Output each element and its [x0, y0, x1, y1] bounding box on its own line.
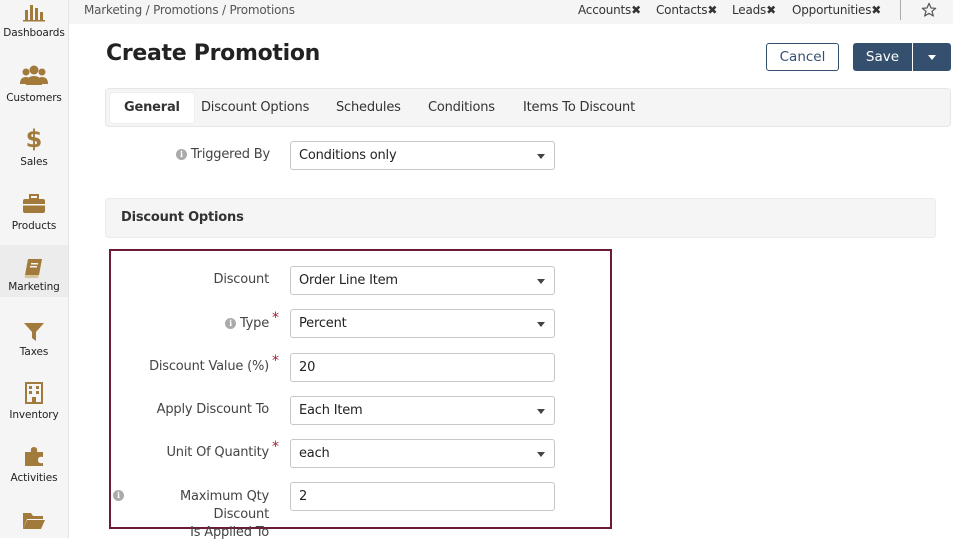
unit-of-quantity-select[interactable]: each	[290, 439, 555, 468]
tab-bar: General Discount Options Schedules Condi…	[105, 88, 951, 127]
apply-discount-to-value: Each Item	[299, 403, 363, 418]
triggered-by-select[interactable]: Conditions only	[290, 141, 555, 170]
max-qty-input[interactable]: 2	[290, 482, 555, 511]
caret-down-icon	[537, 322, 545, 327]
required-marker: *	[272, 353, 279, 369]
tab-schedules[interactable]: Schedules	[322, 93, 415, 123]
bar-chart-icon	[0, 0, 68, 22]
recent-tab-leads[interactable]: Leads ✖	[732, 3, 776, 17]
sidebar-item-customers[interactable]: Customers	[0, 62, 68, 104]
sidebar-item-label: Customers	[6, 92, 62, 104]
funnel-icon	[0, 318, 68, 342]
dollar-icon: $	[25, 125, 43, 153]
briefcase-icon	[0, 190, 68, 214]
unit-of-quantity-label: Unit Of Quantity	[166, 445, 269, 460]
sidebar-item-inventory[interactable]: Inventory	[0, 380, 68, 421]
sidebar-item-label: Activities	[10, 472, 58, 484]
info-icon[interactable]: i	[225, 318, 236, 329]
close-icon[interactable]: ✖	[871, 3, 881, 17]
star-icon[interactable]	[921, 2, 937, 22]
type-label-row: i Type	[150, 316, 269, 331]
type-label: Type	[239, 316, 269, 331]
triggered-by-label-row: i Triggered By	[150, 147, 270, 162]
discount-options-section-header: Discount Options	[105, 198, 936, 238]
info-icon[interactable]: i	[175, 149, 187, 160]
sidebar-item-label: Taxes	[19, 346, 49, 358]
sidebar-item-marketing[interactable]: Marketing	[0, 245, 68, 297]
apply-discount-to-select[interactable]: Each Item	[290, 396, 555, 425]
recent-tab-label: Contacts	[656, 3, 708, 17]
recent-tab-label: Opportunities	[792, 3, 872, 17]
type-select[interactable]: Percent	[290, 309, 555, 338]
caret-down-icon	[537, 279, 545, 284]
recent-tab-opportunities[interactable]: Opportunities ✖	[792, 3, 881, 17]
close-icon[interactable]: ✖	[707, 3, 717, 17]
apply-discount-to-label: Apply Discount To	[156, 402, 270, 417]
discount-value-label: Discount Value (%)	[149, 359, 269, 374]
sidebar-item-label: Marketing	[8, 281, 60, 293]
triggered-by-value: Conditions only	[299, 148, 397, 163]
sidebar-item-documents[interactable]	[0, 508, 68, 538]
discount-select[interactable]: Order Line Item	[290, 266, 555, 295]
recent-tab-label: Leads	[732, 3, 767, 17]
tab-items-to-discount[interactable]: Items To Discount	[509, 93, 649, 123]
caret-down-icon	[537, 409, 545, 414]
sidebar-item-label: Products	[11, 220, 57, 232]
sidebar-item-label: Dashboards	[3, 27, 65, 39]
cancel-button[interactable]: Cancel	[766, 43, 839, 71]
close-icon[interactable]: ✖	[766, 3, 776, 17]
sidebar-item-sales[interactable]: $ Sales	[0, 126, 68, 168]
save-options-button[interactable]	[913, 43, 951, 71]
max-qty-label-line2: Is Applied To	[190, 525, 269, 540]
recent-tab-accounts[interactable]: Accounts ✖	[578, 3, 641, 17]
topbar-divider	[900, 0, 901, 20]
users-icon	[0, 62, 68, 86]
recent-tab-contacts[interactable]: Contacts ✖	[656, 3, 717, 17]
max-qty-value: 2	[299, 489, 308, 504]
required-marker: *	[272, 310, 279, 326]
info-icon[interactable]: i	[113, 490, 124, 501]
required-marker: *	[272, 439, 279, 455]
close-icon[interactable]: ✖	[631, 3, 641, 17]
breadcrumb: Marketing / Promotions / Promotions	[84, 3, 295, 17]
sidebar-item-products[interactable]: Products	[0, 190, 68, 232]
discount-value-input[interactable]: 20	[290, 353, 555, 382]
chevron-down-icon	[928, 55, 936, 60]
building-icon	[0, 380, 68, 404]
page-title: Create Promotion	[106, 41, 321, 66]
save-button[interactable]: Save	[853, 43, 912, 71]
sidebar: Dashboards Customers $ Sales Products Ma…	[0, 0, 69, 538]
section-title: Discount Options	[121, 210, 244, 225]
caret-down-icon	[537, 452, 545, 457]
discount-label: Discount	[213, 272, 270, 287]
folder-icon	[0, 508, 68, 530]
triggered-by-label: Triggered By	[190, 147, 270, 162]
book-icon	[0, 255, 68, 279]
max-qty-label: Maximum Qty Discount Is Applied To	[126, 488, 269, 542]
tab-discount-options[interactable]: Discount Options	[187, 93, 323, 123]
recent-tab-label: Accounts	[578, 3, 632, 17]
puzzle-icon	[0, 443, 68, 467]
tab-conditions[interactable]: Conditions	[414, 93, 509, 123]
discount-value: Order Line Item	[299, 273, 398, 288]
sidebar-item-label: Inventory	[9, 409, 59, 421]
caret-down-icon	[537, 154, 545, 159]
sidebar-item-activities[interactable]: Activities	[0, 443, 68, 484]
tab-general[interactable]: General	[110, 93, 194, 123]
max-qty-label-line1: Maximum Qty Discount	[179, 489, 269, 522]
type-value: Percent	[299, 316, 347, 331]
sidebar-item-taxes[interactable]: Taxes	[0, 318, 68, 358]
sidebar-item-label: Sales	[20, 156, 48, 168]
sidebar-item-dashboards[interactable]: Dashboards	[0, 0, 68, 42]
discount-value-text: 20	[299, 360, 316, 375]
unit-of-quantity-value: each	[299, 446, 330, 461]
